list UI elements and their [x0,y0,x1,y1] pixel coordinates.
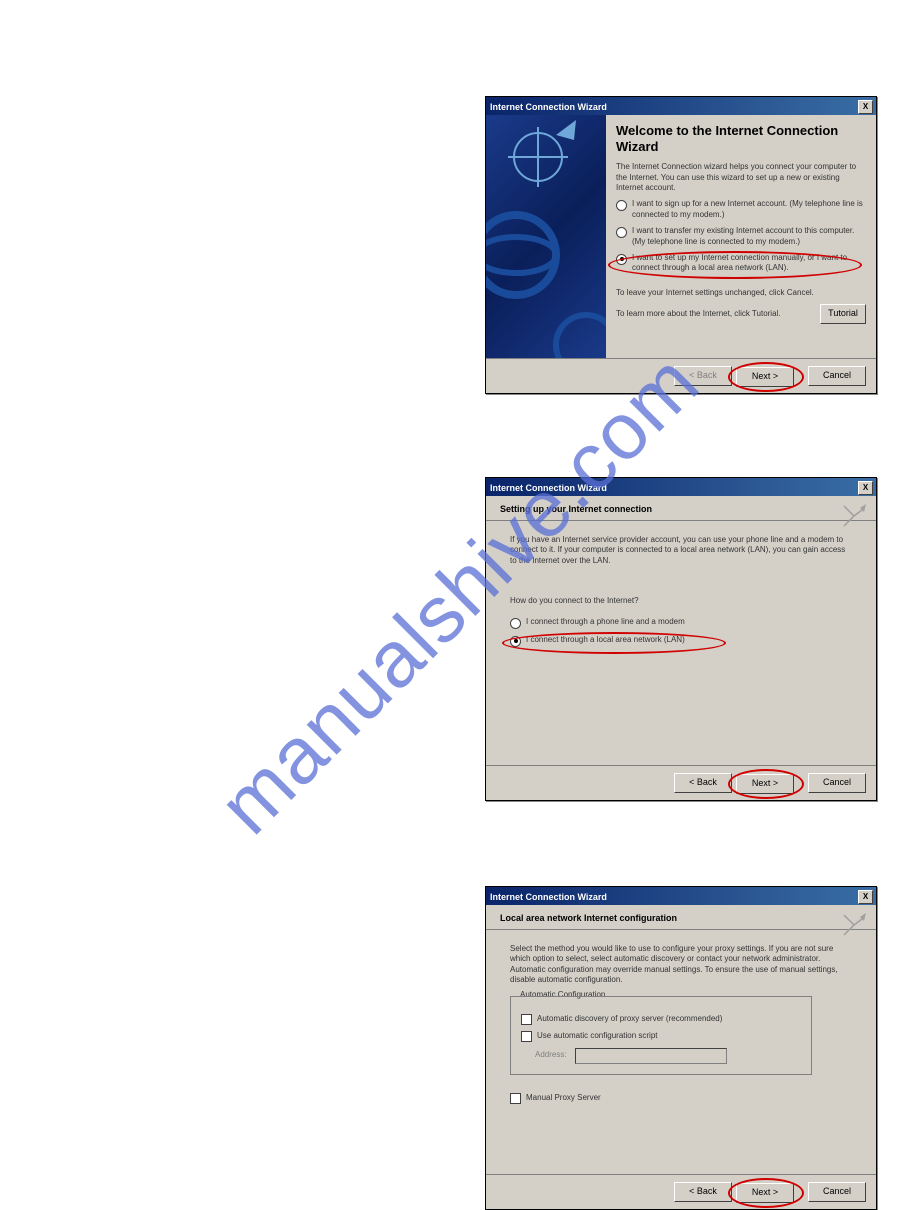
radio-icon [616,200,627,211]
option-1b-label: I want to transfer my existing Internet … [632,226,866,247]
checkbox-icon [510,1093,521,1104]
radio-icon [616,227,627,238]
option-2b-label: I connect through a local area network (… [526,635,685,645]
close-button-2[interactable]: X [858,481,873,495]
manual-proxy-option[interactable]: Manual Proxy Server [510,1093,852,1104]
title-text-1: Internet Connection Wizard [490,102,607,112]
option-1c[interactable]: I want to set up my Internet connection … [616,253,866,274]
option-1c-label: I want to set up my Internet connection … [632,253,866,274]
address-label: Address: [535,1050,567,1060]
checkbox-icon [521,1014,532,1025]
checkbox-icon [521,1031,532,1042]
option-1b[interactable]: I want to transfer my existing Internet … [616,226,866,247]
option-2a[interactable]: I connect through a phone line and a mod… [510,617,852,629]
next-button-2[interactable]: Next > [736,774,794,794]
heading-2: Setting up your Internet connection [500,504,864,514]
option-2b[interactable]: I connect through a local area network (… [510,635,852,647]
wizard-dialog-3: Internet Connection Wizard X Local area … [485,886,877,1210]
cancel-button-2[interactable]: Cancel [808,773,866,793]
wizard-arrow-icon [840,502,866,528]
auto-script-label: Use automatic configuration script [537,1031,658,1041]
tutorial-button[interactable]: Tutorial [820,304,866,324]
cancel-button-3[interactable]: Cancel [808,1182,866,1202]
intro-text-2: If you have an Internet service provider… [510,535,852,566]
manual-proxy-label: Manual Proxy Server [526,1093,601,1103]
titlebar-2: Internet Connection Wizard X [486,478,876,496]
titlebar-1: Internet Connection Wizard X [486,97,876,115]
wizard-heading-1: Welcome to the Internet Connection Wizar… [616,123,866,154]
header-band-2: Setting up your Internet connection [486,496,876,521]
titlebar-3: Internet Connection Wizard X [486,887,876,905]
intro-text-3: Select the method you would like to use … [510,944,852,986]
title-text-2: Internet Connection Wizard [490,483,607,493]
radio-icon [616,254,627,265]
footer-1: < Back Next > Cancel [486,358,876,393]
address-input [575,1048,727,1064]
cancel-button-1[interactable]: Cancel [808,366,866,386]
wizard-arrow-icon [840,911,866,937]
intro-text-1: The Internet Connection wizard helps you… [616,162,866,193]
back-button-2[interactable]: < Back [674,773,732,793]
next-button-3[interactable]: Next > [736,1183,794,1203]
footer-3: < Back Next > Cancel [486,1174,876,1209]
wizard-dialog-2: Internet Connection Wizard X Setting up … [485,477,877,801]
auto-discovery-label: Automatic discovery of proxy server (rec… [537,1014,722,1024]
title-text-3: Internet Connection Wizard [490,892,607,902]
learn-text: To learn more about the Internet, click … [616,309,781,319]
footer-2: < Back Next > Cancel [486,765,876,800]
option-1a[interactable]: I want to sign up for a new Internet acc… [616,199,866,220]
auto-config-group: Automatic discovery of proxy server (rec… [510,996,812,1075]
radio-icon [510,636,521,647]
back-button-1: < Back [674,366,732,386]
close-button-1[interactable]: X [858,100,873,114]
close-button-3[interactable]: X [858,890,873,904]
option-2a-label: I connect through a phone line and a mod… [526,617,685,627]
back-button-3[interactable]: < Back [674,1182,732,1202]
question-text: How do you connect to the Internet? [510,596,852,606]
sidebar-graphic [486,115,606,361]
option-1a-label: I want to sign up for a new Internet acc… [632,199,866,220]
next-button-1[interactable]: Next > [736,367,794,387]
heading-3: Local area network Internet configuratio… [500,913,864,923]
header-band-3: Local area network Internet configuratio… [486,905,876,930]
leave-text: To leave your Internet settings unchange… [616,288,866,298]
wizard-dialog-1: Internet Connection Wizard X Welcome to … [485,96,877,394]
auto-discovery-option[interactable]: Automatic discovery of proxy server (rec… [521,1014,801,1025]
auto-script-option[interactable]: Use automatic configuration script [521,1031,801,1042]
radio-icon [510,618,521,629]
